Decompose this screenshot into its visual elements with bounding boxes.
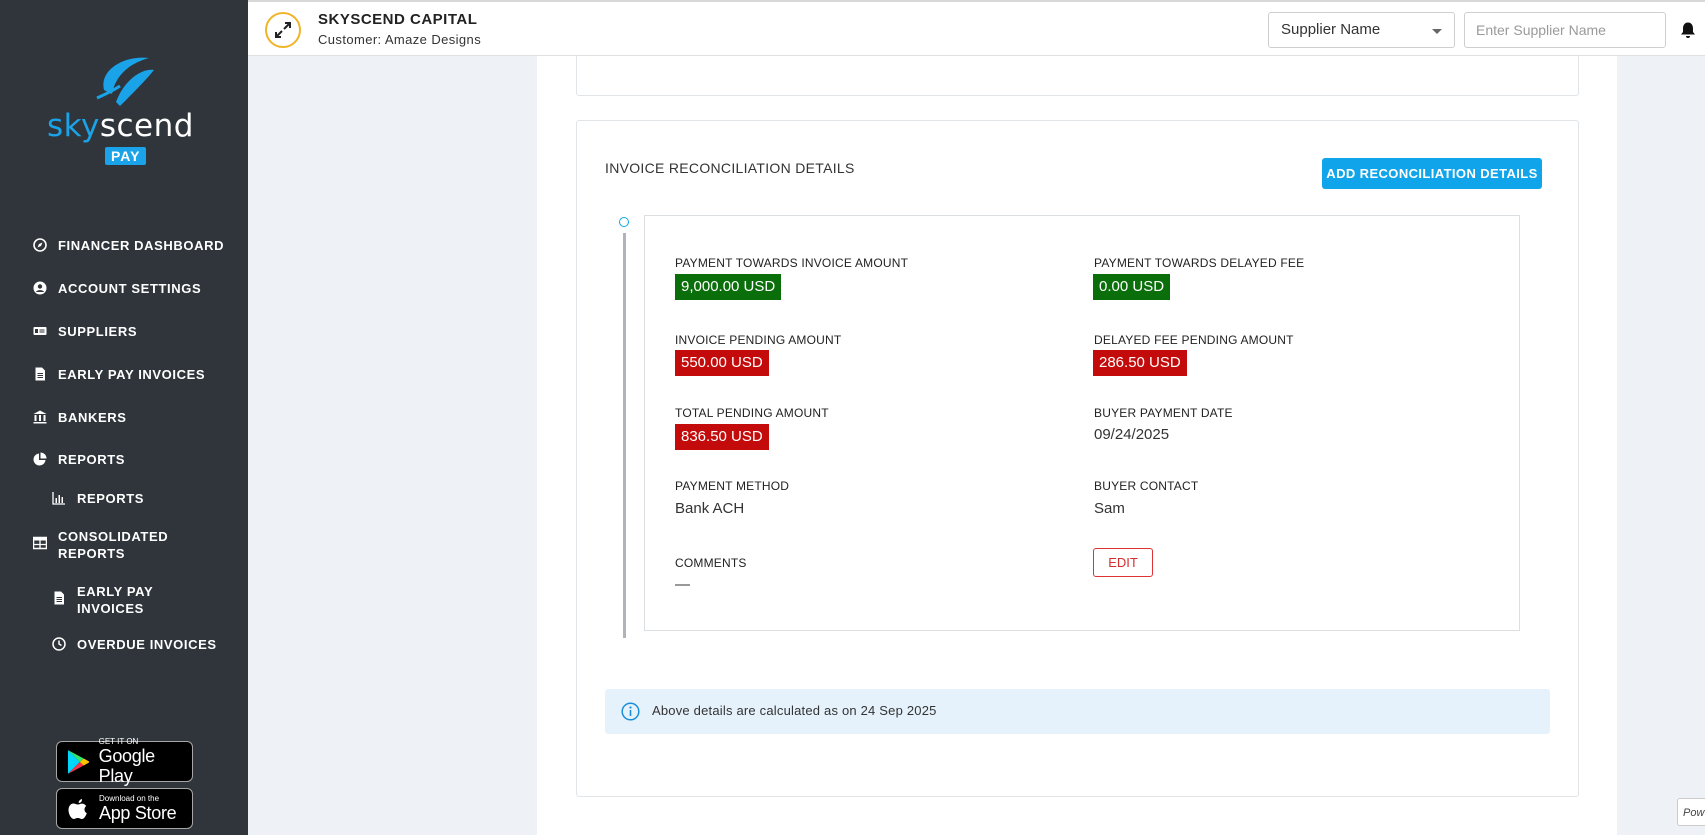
sidebar-item-label: ACCOUNT SETTINGS (58, 281, 202, 296)
sidebar-item-label: REPORTS (77, 491, 145, 506)
table-icon (33, 536, 47, 550)
sidebar-item-suppliers[interactable]: SUPPLIERS (33, 323, 137, 340)
payment-invoice-amount-badge: 9,000.00 USD (675, 274, 782, 300)
powered-by-tab[interactable]: Pow (1677, 798, 1705, 826)
sidebar-item-label: OVERDUE INVOICES (77, 637, 217, 652)
skyscend-pay-logo[interactable]: skyscend PAY (44, 50, 204, 170)
timeline-line (623, 233, 626, 638)
delayed-fee-pending-badge: 286.50 USD (1093, 350, 1187, 376)
company-name: SKYSCEND CAPITAL (318, 11, 478, 28)
clock-icon (52, 637, 66, 651)
sidebar-subitem-reports[interactable]: REPORTS (52, 490, 144, 507)
pie-chart-icon (33, 452, 47, 466)
bell-icon[interactable] (1680, 21, 1696, 39)
comments-value: — (675, 576, 690, 593)
section-title: INVOICE RECONCILIATION DETAILS (605, 160, 855, 176)
google-play-big-text: Google Play (98, 746, 156, 786)
customer-name: Customer: Amaze Designs (318, 32, 482, 47)
timeline-dot (619, 217, 629, 227)
sidebar-item-bankers[interactable]: BANKERS (33, 409, 126, 426)
payment-invoice-label: PAYMENT TOWARDS INVOICE AMOUNT (675, 256, 909, 270)
sidebar-item-account-settings[interactable]: ACCOUNT SETTINGS (33, 280, 201, 297)
payment-delayed-fee-label: PAYMENT TOWARDS DELAYED FEE (1094, 256, 1305, 270)
info-text: Above details are calculated as on 24 Se… (652, 703, 937, 718)
caret-down-icon (1432, 29, 1442, 34)
sidebar-subitem-overdue-invoices[interactable]: OVERDUE INVOICES (52, 636, 217, 653)
buyer-contact-value: Sam (1094, 500, 1125, 517)
google-play-badge[interactable]: GET IT ON Google Play (56, 737, 193, 786)
payment-method-label: PAYMENT METHOD (675, 479, 790, 493)
sidebar-item-consolidated-reports[interactable]: CONSOLIDATED REPORTS (33, 528, 203, 562)
apple-icon (68, 798, 87, 819)
buyer-contact-label: BUYER CONTACT (1094, 479, 1199, 493)
invoice-pending-amount-badge: 550.00 USD (675, 350, 769, 376)
payment-delayed-fee-badge: 0.00 USD (1093, 274, 1171, 300)
sidebar-item-label: BANKERS (58, 410, 127, 425)
total-pending-amount-badge: 836.50 USD (675, 424, 769, 450)
google-play-icon (67, 749, 90, 774)
company-switch-button[interactable] (265, 12, 301, 48)
sidebar-subitem-early-pay-invoices[interactable]: EARLY PAY INVOICES (52, 583, 172, 617)
sidebar-item-label: FINANCER DASHBOARD (58, 238, 225, 253)
id-card-icon (33, 327, 47, 335)
sidebar-item-label: CONSOLIDATED REPORTS (58, 529, 169, 561)
app-store-small-text: Download on the (99, 794, 160, 803)
total-pending-label: TOTAL PENDING AMOUNT (675, 406, 829, 420)
sidebar-item-financer-dashboard[interactable]: FINANCER DASHBOARD (33, 237, 224, 254)
sidebar-item-label: SUPPLIERS (58, 324, 138, 339)
app-store-badge[interactable]: Download on the App Store (56, 788, 193, 829)
edit-button[interactable]: EDIT (1093, 548, 1153, 577)
sidebar-item-label: EARLY PAY INVOICES (58, 367, 206, 382)
sidebar-item-early-pay-invoices[interactable]: EARLY PAY INVOICES (33, 366, 205, 383)
document-icon (54, 591, 64, 605)
info-banner: Above details are calculated as on 24 Se… (605, 689, 1550, 734)
invoice-pending-label: INVOICE PENDING AMOUNT (675, 333, 842, 347)
comments-label: COMMENTS (675, 556, 747, 570)
top-bar: SKYSCEND CAPITAL Customer: Amaze Designs… (248, 0, 1705, 56)
app-store-big-text: App Store (99, 803, 177, 823)
search-type-value: Supplier Name (1281, 21, 1381, 38)
supplier-search-input[interactable] (1464, 12, 1666, 48)
compass-icon (33, 238, 47, 252)
add-reconciliation-button[interactable]: ADD RECONCILIATION DETAILS (1322, 158, 1542, 189)
buyer-payment-date-label: BUYER PAYMENT DATE (1094, 406, 1233, 420)
sidebar-item-label: REPORTS (58, 452, 126, 467)
sidebar: skyscend PAY FINANCER DASHBOARD ACCOUNT … (0, 0, 248, 835)
sidebar-item-reports[interactable]: REPORTS (33, 451, 125, 468)
user-circle-icon (33, 281, 47, 295)
info-icon (621, 702, 640, 721)
swap-arrows-icon (275, 22, 291, 38)
previous-card (576, 56, 1579, 96)
logo-wordmark: skyscend (47, 108, 194, 144)
buyer-payment-date-value: 09/24/2025 (1094, 426, 1170, 443)
document-icon (35, 367, 45, 381)
sidebar-item-label: EARLY PAY INVOICES (77, 584, 153, 616)
bar-chart-icon (52, 492, 65, 505)
delayed-fee-pending-label: DELAYED FEE PENDING AMOUNT (1094, 333, 1294, 347)
google-play-small-text: GET IT ON (98, 737, 139, 746)
logo-mark-icon (96, 57, 154, 106)
search-type-select[interactable]: Supplier Name (1268, 12, 1455, 48)
logo-pay-badge: PAY (105, 147, 147, 165)
payment-method-value: Bank ACH (675, 500, 745, 517)
bank-icon (33, 410, 47, 424)
